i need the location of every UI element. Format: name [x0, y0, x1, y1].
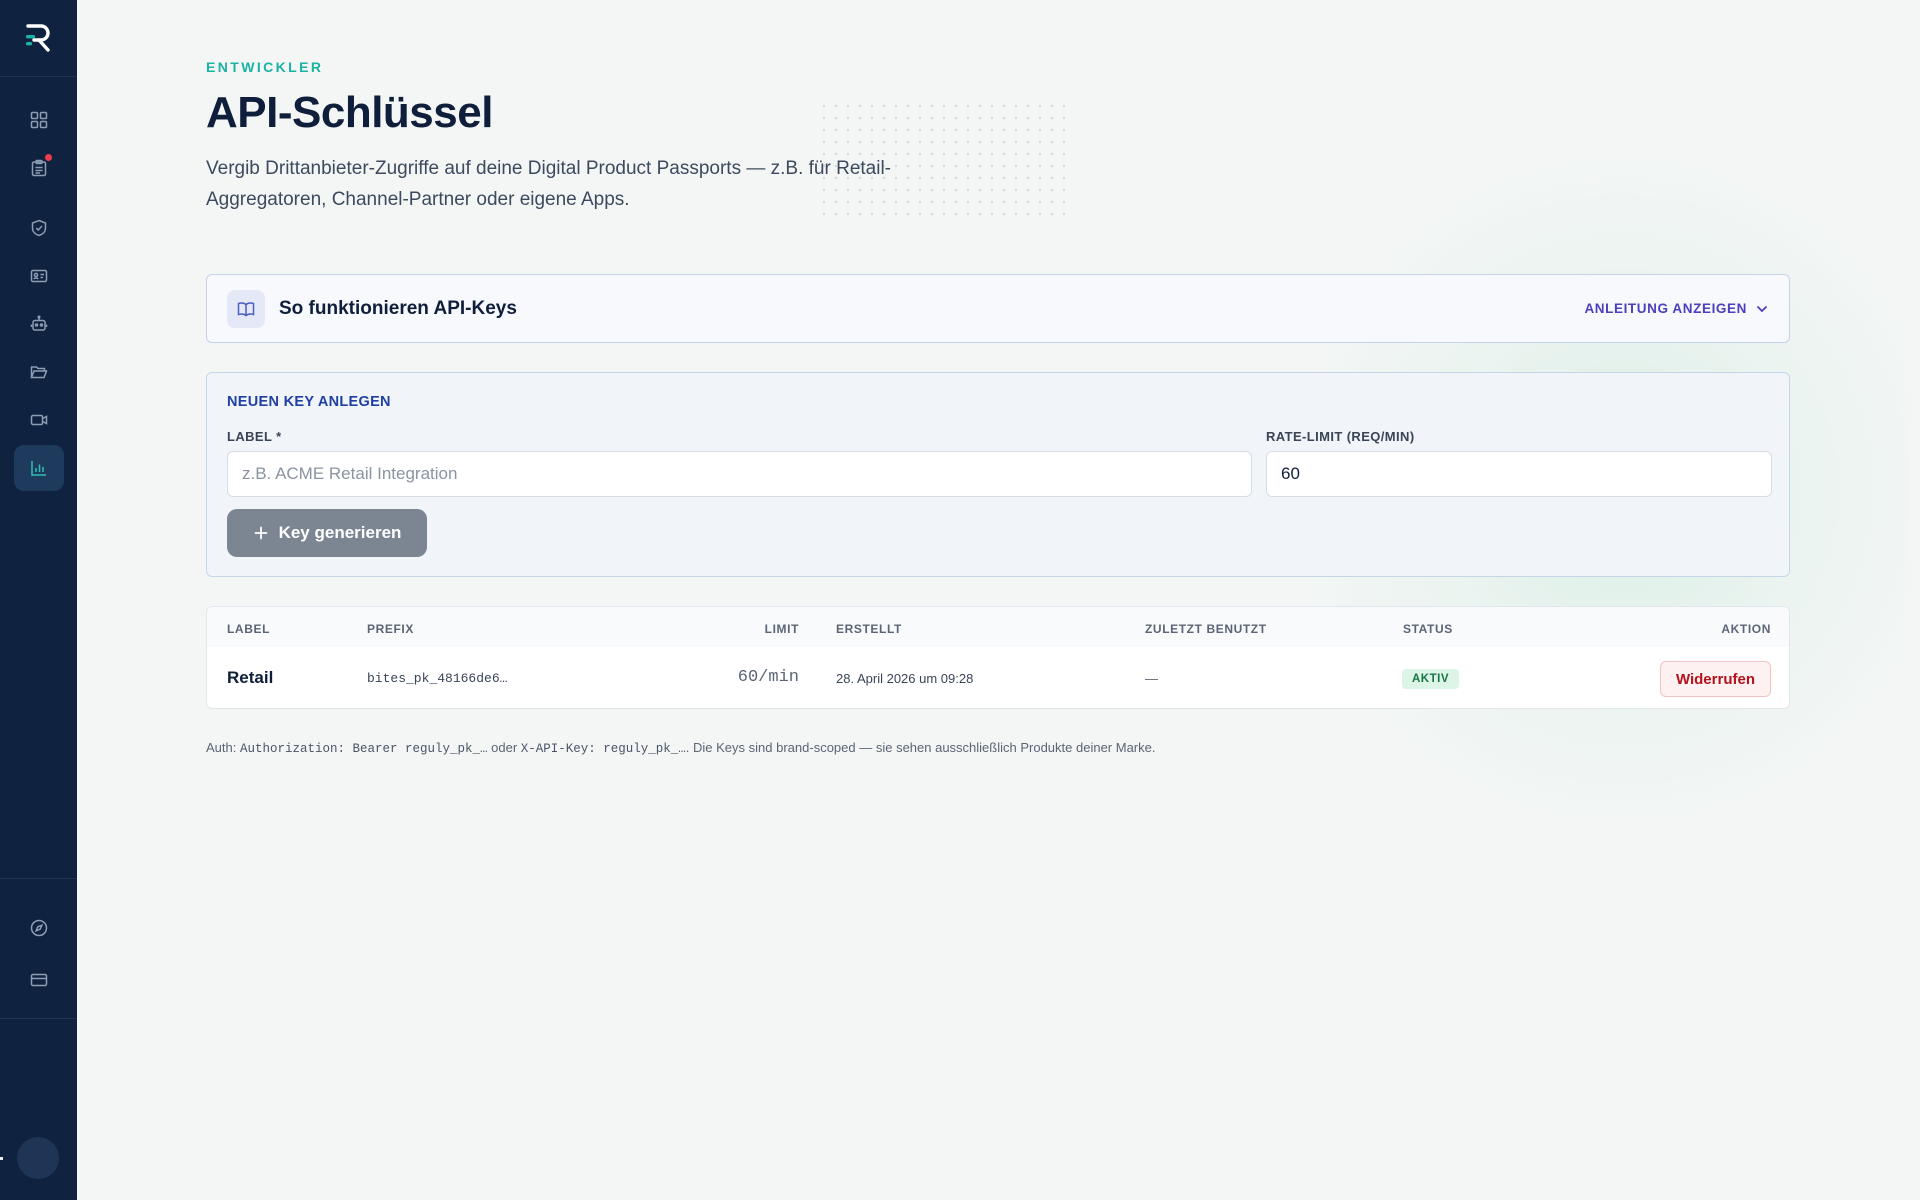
id-card-icon	[30, 269, 47, 283]
show-guide-label: ANLEITUNG ANZEIGEN	[1584, 301, 1747, 316]
row-created: 28. April 2026 um 09:28	[836, 671, 974, 686]
generate-key-button[interactable]: Key generieren	[227, 509, 427, 557]
guide-title: So funktionieren API-Keys	[279, 297, 517, 319]
page-description: Vergib Drittanbieter-Zugriffe auf deine …	[206, 158, 892, 210]
sidebar-item-dashboard[interactable]	[14, 97, 64, 143]
revoke-button[interactable]: Widerrufen	[1659, 661, 1771, 697]
book-open-icon	[237, 301, 255, 316]
column-header-action: AKTION	[1721, 622, 1771, 636]
status-badge: AKTIV	[1402, 669, 1459, 689]
sidebar-bottom	[0, 878, 77, 1009]
sidebar-edge-marker	[0, 1157, 3, 1160]
column-header-last-used: ZULETZT BENUTZT	[1145, 622, 1267, 636]
folder-open-icon	[29, 366, 48, 379]
sidebar-item-explore[interactable]	[14, 905, 64, 951]
logo[interactable]	[0, 0, 77, 77]
sidebar-item-automation[interactable]	[14, 301, 64, 347]
brand-logo-icon	[25, 24, 50, 52]
api-keys-table: LABEL PREFIX LIMIT ERSTELLT ZULETZT BENU…	[206, 606, 1790, 709]
sidebar-item-passports[interactable]	[14, 145, 64, 191]
robot-icon	[30, 315, 47, 331]
footnote-middle: oder	[487, 740, 521, 755]
footnote-suffix: . Die Keys sind brand-scoped — sie sehen…	[685, 740, 1156, 755]
row-label: Retail	[227, 668, 274, 687]
sidebar-item-analytics[interactable]	[13, 445, 64, 491]
column-header-limit: LIMIT	[764, 622, 799, 636]
row-prefix: bites_pk_48166de6…	[367, 671, 508, 686]
sidebar-item-files[interactable]	[14, 349, 64, 395]
sidebar-item-media[interactable]	[14, 397, 64, 443]
plus-icon	[253, 525, 269, 541]
chevron-down-icon	[1757, 305, 1767, 312]
notification-dot	[43, 153, 53, 162]
dashboard-grid-icon	[30, 111, 47, 129]
sidebar-item-contacts[interactable]	[14, 253, 64, 299]
sidebar-item-billing[interactable]	[14, 957, 64, 1003]
shield-check-icon	[31, 219, 46, 237]
footnote-code-bearer: Authorization: Bearer reguly_pk_…	[239, 742, 488, 756]
row-last-used: —	[1145, 671, 1158, 686]
page-eyebrow: ENTWICKLER	[206, 59, 324, 75]
new-key-card: NEUEN KEY ANLEGEN LABEL * RATE-LIMIT (RE…	[206, 372, 1790, 577]
avatar[interactable]	[17, 1137, 59, 1179]
guide-icon-wrapper	[227, 289, 265, 328]
page-title: API-Schlüssel	[206, 88, 493, 137]
column-header-label: LABEL	[227, 622, 270, 636]
column-header-prefix: PREFIX	[367, 622, 414, 636]
rate-limit-input[interactable]	[1266, 451, 1772, 497]
bar-chart-icon	[30, 461, 46, 476]
row-limit: 60/min	[737, 668, 799, 687]
show-guide-toggle[interactable]: ANLEITUNG ANZEIGEN	[1584, 301, 1769, 316]
footnote-code-api-key: X-API-Key: reguly_pk_…	[520, 742, 686, 756]
sidebar	[0, 0, 77, 1200]
column-header-status: STATUS	[1403, 622, 1453, 636]
rate-limit-field-label: RATE-LIMIT (REQ/MIN)	[1266, 429, 1415, 444]
guide-card[interactable]: So funktionieren API-Keys ANLEITUNG ANZE…	[206, 274, 1790, 343]
column-header-created: ERSTELLT	[836, 622, 902, 636]
table-header: LABEL PREFIX LIMIT ERSTELLT ZULETZT BENU…	[207, 607, 1789, 647]
generate-key-label: Key generieren	[278, 523, 402, 542]
credit-card-icon	[30, 973, 47, 987]
label-field-label: LABEL *	[227, 429, 282, 444]
label-input[interactable]	[227, 451, 1252, 497]
compass-icon	[30, 919, 47, 937]
new-key-heading: NEUEN KEY ANLEGEN	[227, 394, 391, 410]
auth-footnote: Auth: Authorization: Bearer reguly_pk_… …	[206, 740, 1155, 756]
sidebar-divider	[0, 1018, 77, 1019]
footnote-prefix: Auth:	[206, 740, 240, 755]
sidebar-nav	[0, 77, 77, 491]
video-camera-icon	[30, 414, 47, 426]
sidebar-item-compliance[interactable]	[14, 205, 64, 251]
